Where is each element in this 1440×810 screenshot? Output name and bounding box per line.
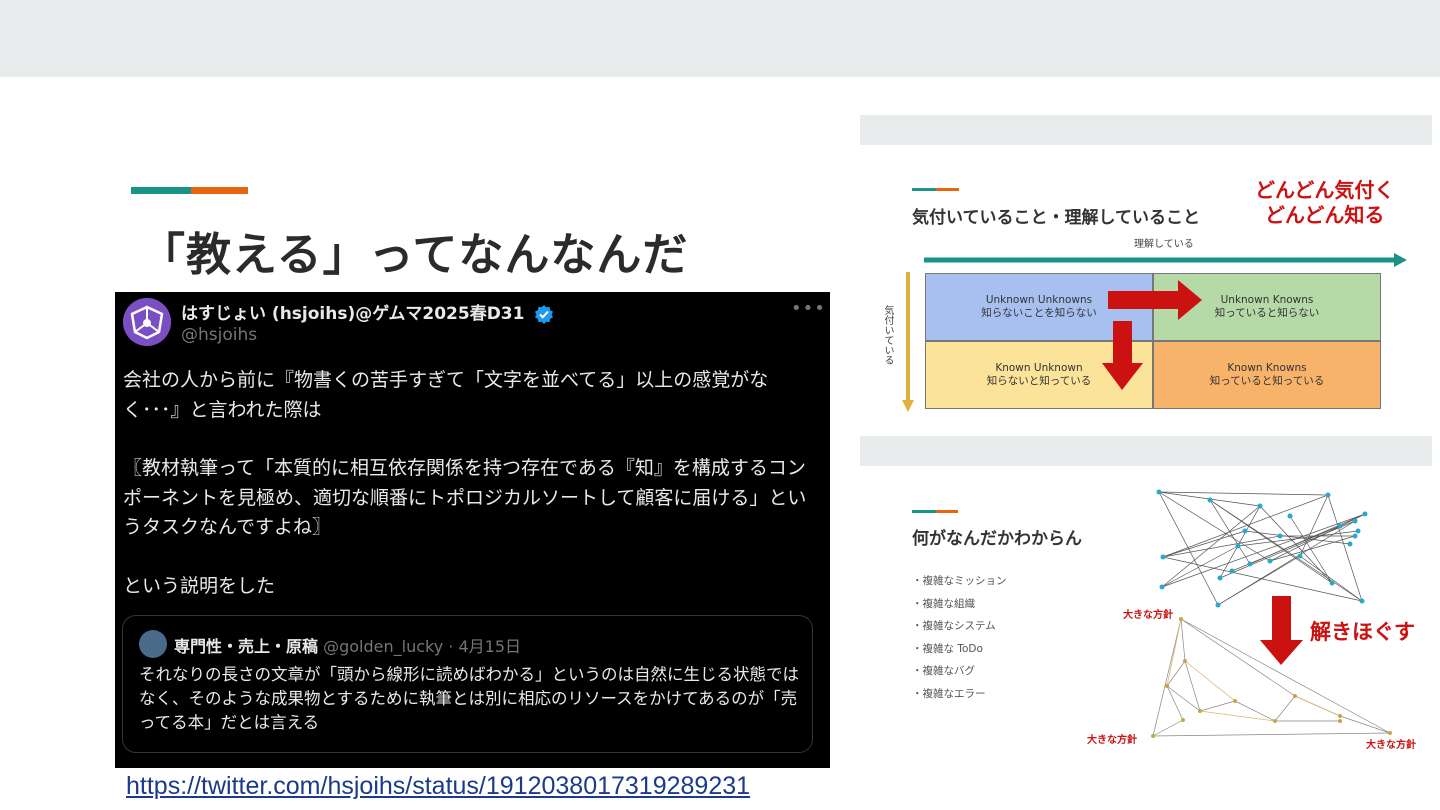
policy-label: 大きな方針 [1087, 735, 1137, 746]
quoted-avatar [139, 630, 167, 658]
y-axis-label: 気付いている [882, 305, 893, 365]
tweet-paragraph: 〖教材執筆って「本質的に相互依存関係を持つ存在である『知』を構成するコンポーネン… [123, 457, 807, 538]
tweet-author-handle[interactable]: @hsjoihs [181, 325, 257, 345]
tangled-network-graph-icon [1156, 489, 1368, 608]
quoted-tweet-text: それなりの長さの文章が「頭から線形に読めばわかる」というのは自然に生じる状態では… [139, 665, 799, 732]
thumbnail-network-slide: 何がなんだかわからん ・複雑なミッション ・複雑な組織 ・複雑なシステム ・複雑… [860, 466, 1432, 756]
tweet-paragraph: 会社の人から前に『物書くの苦手すぎて「文字を並べてる」以上の感覚がなく･･･』と… [123, 369, 769, 421]
quadrant-label-en: Known Knowns [1227, 362, 1307, 374]
quoted-tweet[interactable]: 専門性・売上・原稿 @golden_lucky · 4月15日 それなりの長さの… [122, 615, 813, 753]
thumbnail-2-header-band [860, 436, 1432, 466]
untangled-tree-graph-icon [1151, 617, 1392, 738]
slide-header-band [0, 0, 1440, 77]
verified-badge-icon [535, 305, 554, 324]
mini-accent-orange [936, 510, 958, 513]
right-red-arrow-icon [1108, 280, 1202, 320]
complexity-list: ・複雑なミッション ・複雑な組織 ・複雑なシステム ・複雑な ToDo ・複雑な… [912, 570, 1007, 705]
list-item: ・複雑なミッション [912, 575, 1007, 587]
thumbnail-2-title: 何がなんだかわからん [912, 529, 1082, 549]
more-icon[interactable]: ••• [791, 298, 826, 319]
quoted-author-handle: @golden_lucky [323, 637, 444, 656]
thumbnail-1-title: 気付いていること・理解していること [912, 208, 1200, 228]
quoted-tweet-header: 専門性・売上・原稿 @golden_lucky · 4月15日 [174, 633, 521, 657]
thumbnail-1-callout: どんどん気付く どんどん知る [1255, 178, 1394, 228]
title-accent-teal [131, 187, 191, 194]
list-item: ・複雑な ToDo [912, 642, 983, 655]
quadrant-label-ja: 知っていると知っている [1209, 375, 1325, 387]
tweet-author-name[interactable]: はすじょい (hsjoihs)@ゲムマ2025春D31 [181, 299, 554, 324]
quoted-tweet-date: · 4月15日 [448, 637, 521, 656]
title-accent-orange [191, 187, 248, 194]
mini-accent-teal [912, 188, 936, 191]
quoted-author-name: 専門性・売上・原稿 [174, 637, 319, 656]
thumbnail-quadrant-slide: 気付いていること・理解していること どんどん気付く どんどん知る 理解している … [860, 145, 1432, 415]
mini-accent-teal [912, 510, 936, 513]
slide-title: 「教える」ってなんなんだ [140, 228, 689, 281]
tweet-paragraph: という説明をした [123, 574, 276, 597]
list-item: ・複雑なエラー [912, 687, 986, 700]
tweet-author-name-text: はすじょい (hsjoihs)@ゲムマ2025春D31 [181, 304, 525, 324]
mini-accent-orange [936, 188, 959, 191]
list-item: ・複雑なシステム [912, 620, 996, 632]
x-axis-label: 理解している [1134, 239, 1194, 250]
y-axis-arrow-icon [902, 272, 914, 412]
tweet-link[interactable]: https://twitter.com/hsjoihs/status/19120… [126, 772, 750, 801]
tweet-text: 会社の人から前に『物書くの苦手すぎて「文字を並べてる」以上の感覚がなく･･･』と… [123, 366, 813, 601]
callout-line: どんどん気付く [1255, 178, 1395, 202]
list-item: ・複雑なバグ [912, 665, 975, 677]
avatar[interactable] [123, 298, 171, 346]
quadrant-known-knowns: Known Knowns 知っていると知っている [1153, 341, 1381, 409]
embedded-tweet: はすじょい (hsjoihs)@ゲムマ2025春D31 @hsjoihs •••… [115, 292, 830, 768]
down-red-arrow-icon [1102, 321, 1143, 390]
thumbnail-1-header-band [860, 115, 1432, 145]
callout-line: どんどん知る [1265, 203, 1385, 227]
x-axis-arrow-icon [924, 253, 1407, 267]
avatar-logo-icon [123, 298, 171, 346]
list-item: ・複雑な組織 [912, 597, 975, 610]
